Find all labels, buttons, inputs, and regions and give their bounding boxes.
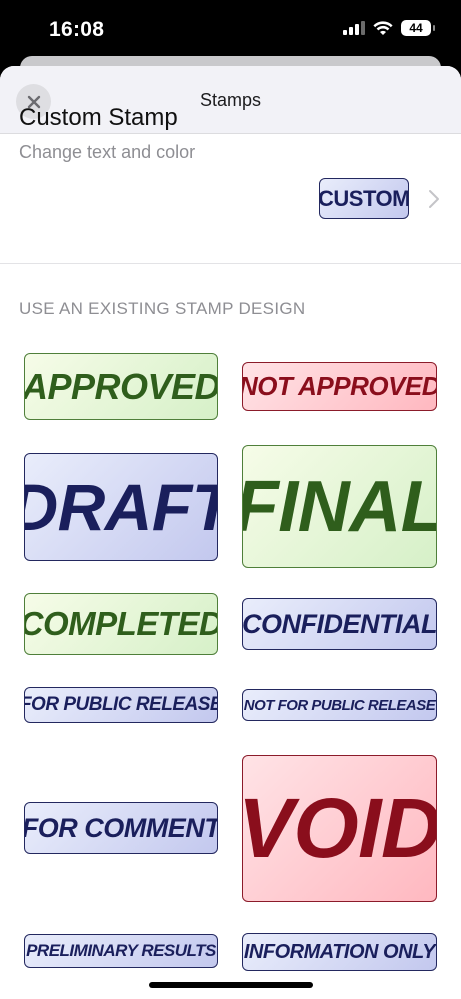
custom-stamp-subtitle: Change text and color: [19, 142, 196, 162]
stamp-not-approved[interactable]: NOT APPROVED: [242, 362, 437, 411]
status-icons: 44: [343, 20, 435, 36]
stamp-for-comment[interactable]: FOR COMMENT: [24, 802, 218, 854]
stamp-void[interactable]: VOID: [242, 755, 437, 902]
wifi-icon: [373, 20, 393, 35]
signal-icon: [343, 21, 365, 35]
stamp-draft[interactable]: DRAFT: [24, 453, 218, 561]
stamp-confidential[interactable]: CONFIDENTIAL: [242, 598, 437, 650]
stamp-approved[interactable]: APPROVED: [24, 353, 218, 420]
stamp-completed[interactable]: COMPLETED: [24, 593, 218, 655]
custom-stamp-preview[interactable]: CUSTOM: [319, 178, 409, 219]
stamp-information-only[interactable]: INFORMATION ONLY: [242, 933, 437, 971]
stamp-not-for-public-release[interactable]: NOT FOR PUBLIC RELEASE: [242, 689, 437, 721]
status-time: 16:08: [49, 18, 105, 41]
stamp-for-public-release[interactable]: FOR PUBLIC RELEASE: [24, 687, 218, 723]
battery-icon: 44: [401, 20, 435, 36]
section-header: USE AN EXISTING STAMP DESIGN: [19, 299, 306, 318]
battery-level: 44: [409, 21, 423, 35]
home-indicator: [149, 982, 313, 988]
stamp-final[interactable]: FINAL: [242, 445, 437, 568]
chevron-right-icon[interactable]: [428, 189, 440, 209]
custom-stamp-title: Custom Stamp: [19, 104, 178, 131]
stamp-preliminary-results[interactable]: PRELIMINARY RESULTS: [24, 934, 218, 968]
status-bar: 16:08 44: [0, 0, 461, 60]
